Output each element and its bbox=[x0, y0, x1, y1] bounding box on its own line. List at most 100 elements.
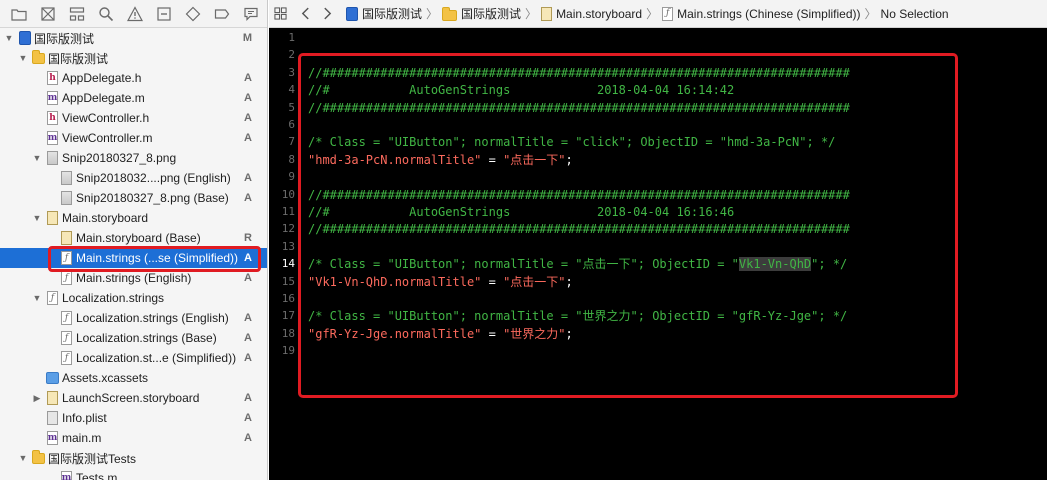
assets-icon bbox=[46, 372, 59, 384]
file-icon-wrapper bbox=[32, 449, 45, 466]
disclosure-open-icon[interactable]: ▼ bbox=[4, 33, 14, 43]
project-icon bbox=[18, 31, 31, 45]
source-control-status-badge: A bbox=[244, 72, 252, 84]
annotation-highlight-box bbox=[48, 246, 261, 272]
disclosure-open-icon[interactable]: ▼ bbox=[32, 153, 42, 163]
file-tree-item-label: Assets.xcassets bbox=[62, 371, 149, 385]
line-number: 8 bbox=[288, 152, 295, 166]
file-tree-item-label: LaunchScreen.storyboard bbox=[62, 391, 200, 405]
file-tree-item[interactable]: Snip20180327_8.png (Base) A bbox=[0, 188, 267, 208]
warning-icon[interactable] bbox=[120, 0, 149, 28]
hierarchy-icon[interactable] bbox=[62, 0, 91, 28]
source-control-icon[interactable] bbox=[33, 0, 62, 28]
line-number: 16 bbox=[281, 292, 295, 305]
file-tree-item[interactable]: ƒ Localization.st...e (Simplified)) A bbox=[0, 348, 267, 368]
source-control-status-badge: A bbox=[244, 432, 252, 444]
file-tree-item[interactable]: ƒ Localization.strings (Base) A bbox=[0, 328, 267, 348]
breadcrumb-label: Main.storyboard bbox=[556, 6, 643, 21]
report-icon[interactable] bbox=[236, 0, 265, 28]
file-tree-item[interactable]: ▼ Snip20180327_8.png bbox=[0, 148, 267, 168]
annotation-highlight-box bbox=[298, 53, 958, 398]
file-tree-item[interactable]: ▼ Main.storyboard bbox=[0, 208, 267, 228]
source-control-status-badge: M bbox=[242, 32, 252, 44]
line-number: 5 bbox=[288, 100, 295, 114]
source-control-status-badge: A bbox=[244, 332, 252, 344]
file-tree-item[interactable]: Main.storyboard (Base) R bbox=[0, 228, 267, 248]
line-number: 18 bbox=[281, 326, 295, 340]
source-control-status-badge: A bbox=[244, 312, 252, 324]
breadcrumb-label: 国际版测试 bbox=[461, 7, 522, 21]
objc-file-icon: m bbox=[47, 91, 58, 105]
file-icon-wrapper: h bbox=[46, 111, 59, 126]
file-icon-wrapper bbox=[60, 171, 73, 186]
file-tree-item-label: Tests.m bbox=[76, 471, 118, 480]
disclosure-open-icon[interactable]: ▼ bbox=[32, 213, 42, 223]
back-arrow-icon[interactable] bbox=[294, 0, 316, 28]
file-tree-item[interactable]: ▶ LaunchScreen.storyboard A bbox=[0, 388, 267, 408]
file-icon-wrapper: m bbox=[60, 471, 73, 480]
forward-arrow-icon[interactable] bbox=[316, 0, 338, 28]
line-number: 1 bbox=[288, 31, 295, 44]
file-tree-item[interactable]: h ViewController.h A bbox=[0, 108, 267, 128]
file-tree-item[interactable]: ▼ 国际版测试 bbox=[0, 48, 267, 68]
file-tree-item-label: Main.storyboard bbox=[62, 211, 149, 225]
related-items-icon[interactable] bbox=[269, 0, 291, 28]
storyboard-file-icon bbox=[47, 211, 58, 225]
folder-icon bbox=[442, 6, 458, 21]
strings-file-icon: ƒ bbox=[662, 6, 674, 21]
file-tree-item[interactable]: Assets.xcassets bbox=[0, 368, 267, 388]
file-tree-item[interactable]: ▼ 国际版测试 M bbox=[0, 28, 267, 48]
file-tree-item-label: 国际版测试Tests bbox=[48, 451, 137, 466]
breadcrumb-item[interactable]: No Selection bbox=[881, 7, 949, 21]
folder-icon[interactable] bbox=[4, 0, 33, 28]
breadcrumb-separator-icon: 〉 bbox=[864, 7, 877, 21]
breadcrumb-item[interactable]: 国际版测试 bbox=[346, 5, 422, 22]
storyboard-file-icon bbox=[47, 391, 58, 405]
file-tree-item[interactable]: m main.m A bbox=[0, 428, 267, 448]
breadcrumb-item[interactable]: Main.storyboard bbox=[541, 6, 643, 21]
file-tree-item-label: Snip2018032....png (English) bbox=[76, 171, 231, 185]
file-tree-item-label: AppDelegate.h bbox=[62, 71, 142, 85]
file-tree-item[interactable]: h AppDelegate.h A bbox=[0, 68, 267, 88]
strings-file-icon: ƒ bbox=[47, 291, 58, 305]
file-tree-item[interactable]: m Tests.m bbox=[0, 468, 267, 480]
folder-icon bbox=[32, 449, 45, 464]
disclosure-open-icon[interactable]: ▼ bbox=[18, 453, 28, 463]
breakpoint-icon[interactable] bbox=[207, 0, 236, 28]
file-tree-item-label: ViewController.m bbox=[62, 131, 153, 145]
file-tree-item[interactable]: ▼ ƒ Localization.strings bbox=[0, 288, 267, 308]
search-icon[interactable] bbox=[91, 0, 120, 28]
file-icon-wrapper: ƒ bbox=[60, 271, 73, 286]
file-icon-wrapper: ƒ bbox=[46, 291, 59, 306]
source-control-status-badge: A bbox=[244, 272, 252, 284]
breadcrumb-item[interactable]: 国际版测试 bbox=[442, 5, 521, 22]
debug-icon[interactable] bbox=[178, 0, 207, 28]
file-tree-item[interactable]: ▼ 国际版测试Tests bbox=[0, 448, 267, 468]
breadcrumb-separator-icon: 〉 bbox=[646, 7, 659, 21]
breadcrumb-label: No Selection bbox=[880, 6, 949, 21]
disclosure-closed-icon[interactable]: ▶ bbox=[32, 393, 42, 403]
file-tree-item-label: Snip20180327_8.png (Base) bbox=[76, 191, 229, 205]
file-tree-item-label: Info.plist bbox=[62, 411, 107, 425]
file-tree-item[interactable]: m ViewController.m A bbox=[0, 128, 267, 148]
file-tree-item-label: main.m bbox=[62, 431, 102, 445]
breadcrumb: 国际版测试〉国际版测试〉 Main.storyboard 〉 ƒ Main.string… bbox=[346, 5, 949, 22]
header-file-icon: h bbox=[47, 111, 58, 125]
file-tree-item-label: Main.storyboard (Base) bbox=[76, 231, 201, 245]
file-tree-item[interactable]: m AppDelegate.m A bbox=[0, 88, 267, 108]
file-tree-item-label: ViewController.h bbox=[62, 111, 150, 125]
source-control-status-badge: A bbox=[244, 112, 252, 124]
project-navigator: ▼ 国际版测试 M ▼ 国际版测试 h AppDelegate.h Am AppDelegate… bbox=[0, 0, 268, 480]
strings-file-icon: ƒ bbox=[61, 271, 72, 285]
test-icon[interactable] bbox=[149, 0, 178, 28]
file-tree-item[interactable]: Info.plist A bbox=[0, 408, 267, 428]
breadcrumb-item[interactable]: ƒ Main.strings (Chinese (Simplified)) bbox=[662, 6, 861, 21]
file-icon-wrapper bbox=[18, 31, 31, 46]
disclosure-open-icon[interactable]: ▼ bbox=[18, 53, 28, 63]
file-icon-wrapper: ƒ bbox=[60, 351, 73, 366]
file-icon-wrapper: h bbox=[46, 71, 59, 86]
file-tree-item[interactable]: ƒ Localization.strings (English) A bbox=[0, 308, 267, 328]
disclosure-open-icon[interactable]: ▼ bbox=[32, 293, 42, 303]
file-tree-item[interactable]: Snip2018032....png (English) A bbox=[0, 168, 267, 188]
navigator-toolbar bbox=[0, 0, 267, 28]
